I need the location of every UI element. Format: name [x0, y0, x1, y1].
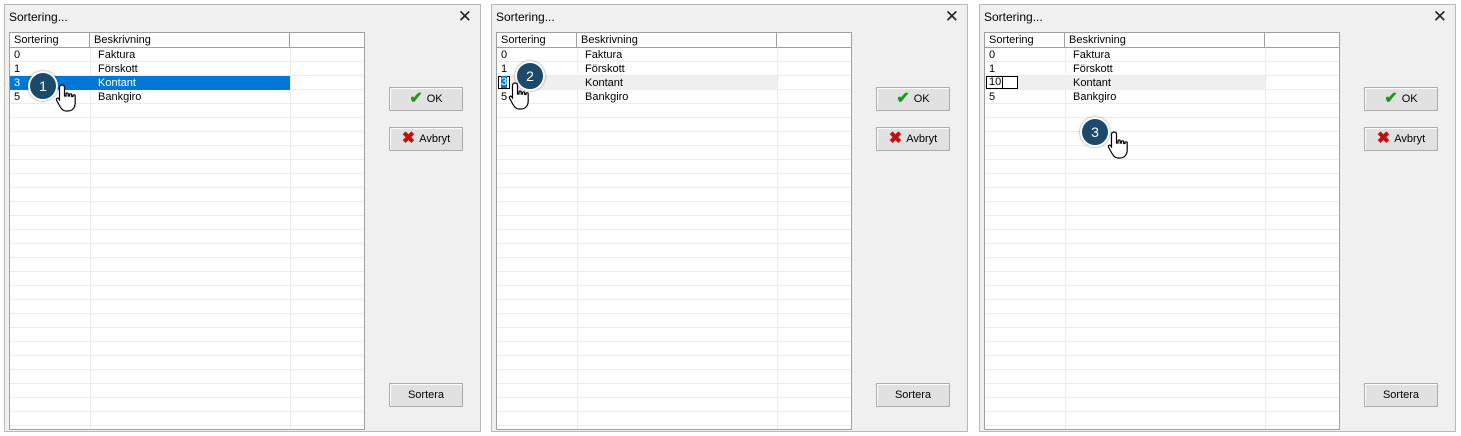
cancel-label: Avbryt [906, 133, 938, 145]
ok-button[interactable]: ✔ OK [876, 87, 950, 111]
sort-label: Sortera [407, 389, 445, 401]
table-row[interactable]: 1 Förskott [985, 62, 1265, 76]
close-icon[interactable]: ✕ [945, 7, 959, 27]
column-header-beskrivning[interactable]: Beskrivning [577, 33, 777, 47]
column-header-sortering[interactable]: Sortering [985, 33, 1065, 47]
cancel-button[interactable]: ✖ Avbryt [1364, 127, 1438, 151]
checkmark-icon: ✔ [896, 90, 910, 107]
order-cell[interactable]: 0 [497, 48, 507, 62]
column-header-beskrivning[interactable]: Beskrivning [90, 33, 290, 47]
order-cell[interactable]: 5 [10, 90, 20, 104]
order-cell[interactable]: 5 [497, 90, 507, 104]
close-icon[interactable]: ✕ [1433, 7, 1447, 27]
description-cell[interactable]: Kontant [1069, 76, 1111, 90]
ok-button[interactable]: ✔ OK [389, 87, 463, 111]
column-divider [577, 48, 578, 429]
ok-label: OK [1401, 93, 1418, 105]
order-edit-value: 10 [989, 76, 1002, 88]
cancel-label: Avbryt [1394, 133, 1426, 145]
column-divider [1265, 48, 1266, 429]
sorting-dialog-3: Sortering... ✕ Sortering Beskrivning 0 F… [979, 4, 1456, 432]
dialog-title: Sortering... [984, 10, 1043, 24]
table-row[interactable]: 0 Faktura [10, 48, 290, 62]
hand-pointer-icon [55, 84, 76, 112]
step-marker: 3 [1080, 117, 1110, 147]
order-edit-field[interactable]: 10 [986, 76, 1018, 89]
sorting-dialog-2: Sortering... ✕ Sortering Beskrivning 0 F… [491, 4, 968, 432]
order-cell[interactable]: 0 [10, 48, 20, 62]
cancel-button[interactable]: ✖ Avbryt [876, 127, 950, 151]
order-cell[interactable]: 5 [985, 90, 995, 104]
cancel-button[interactable]: ✖ Avbryt [389, 127, 463, 151]
description-cell[interactable]: Faktura [94, 48, 135, 62]
column-divider [777, 48, 778, 429]
table-row-editing[interactable]: 10 Kontant [985, 76, 1265, 90]
table-row[interactable]: 5 Bankgiro [497, 90, 777, 104]
order-cell[interactable]: 0 [985, 48, 995, 62]
column-header-beskrivning[interactable]: Beskrivning [1065, 33, 1265, 47]
description-cell[interactable]: Förskott [94, 62, 138, 76]
grid-header: Sortering Beskrivning [10, 33, 364, 48]
description-cell[interactable]: Kontant [581, 76, 623, 90]
x-icon: ✖ [1376, 130, 1391, 147]
description-cell[interactable]: Kontant [94, 76, 136, 90]
ok-button[interactable]: ✔ OK [1364, 87, 1438, 111]
sort-grid: Sortering Beskrivning 0 Faktura 1 Försko… [496, 32, 852, 430]
description-cell[interactable]: Faktura [581, 48, 622, 62]
title-bar: Sortering... ✕ [980, 5, 1455, 31]
table-row[interactable]: 0 Faktura [497, 48, 777, 62]
column-divider [90, 48, 91, 429]
order-cell[interactable]: 1 [985, 62, 995, 76]
column-divider [1065, 48, 1066, 429]
hand-pointer-icon [1107, 131, 1128, 159]
grid-header: Sortering Beskrivning [497, 33, 851, 48]
description-cell[interactable]: Bankgiro [1069, 90, 1116, 104]
title-bar: Sortering... ✕ [492, 5, 967, 31]
grid-header: Sortering Beskrivning [985, 33, 1339, 48]
hand-pointer-icon [508, 82, 529, 110]
grid-rows-area [985, 48, 1339, 429]
sort-button[interactable]: Sortera [1364, 383, 1438, 407]
column-header-sortering[interactable]: Sortering [497, 33, 577, 47]
checkmark-icon: ✔ [409, 90, 423, 107]
dialog-title: Sortering... [496, 10, 555, 24]
step-marker: 1 [28, 71, 58, 101]
close-icon[interactable]: ✕ [458, 7, 472, 27]
description-cell[interactable]: Förskott [1069, 62, 1113, 76]
cancel-label: Avbryt [419, 133, 451, 145]
sort-button[interactable]: Sortera [876, 383, 950, 407]
sort-button[interactable]: Sortera [389, 383, 463, 407]
table-row[interactable]: 5 Bankgiro [985, 90, 1265, 104]
sorting-dialog-1: Sortering... ✕ Sortering Beskrivning 0 F… [4, 4, 481, 432]
dialog-title: Sortering... [9, 10, 68, 24]
column-header-sortering[interactable]: Sortering [10, 33, 90, 47]
order-cell[interactable]: 1 [10, 62, 20, 76]
x-icon: ✖ [401, 130, 416, 147]
ok-label: OK [913, 93, 930, 105]
order-cell[interactable]: 3 [10, 76, 20, 90]
order-edit-value: 3 [501, 76, 508, 88]
checkmark-icon: ✔ [1384, 90, 1398, 107]
column-divider [290, 48, 291, 429]
grid-rows-area [497, 48, 851, 429]
text-caret [1002, 76, 1004, 88]
description-cell[interactable]: Förskott [581, 62, 625, 76]
x-icon: ✖ [888, 130, 903, 147]
ok-label: OK [426, 93, 443, 105]
description-cell[interactable]: Faktura [1069, 48, 1110, 62]
sort-label: Sortera [894, 389, 932, 401]
order-cell[interactable]: 1 [497, 62, 507, 76]
table-row[interactable]: 0 Faktura [985, 48, 1265, 62]
description-cell[interactable]: Bankgiro [581, 90, 628, 104]
title-bar: Sortering... ✕ [5, 5, 480, 31]
sort-grid: Sortering Beskrivning 0 Faktura 1 Försko… [984, 32, 1340, 430]
description-cell[interactable]: Bankgiro [94, 90, 141, 104]
sort-label: Sortera [1382, 389, 1420, 401]
